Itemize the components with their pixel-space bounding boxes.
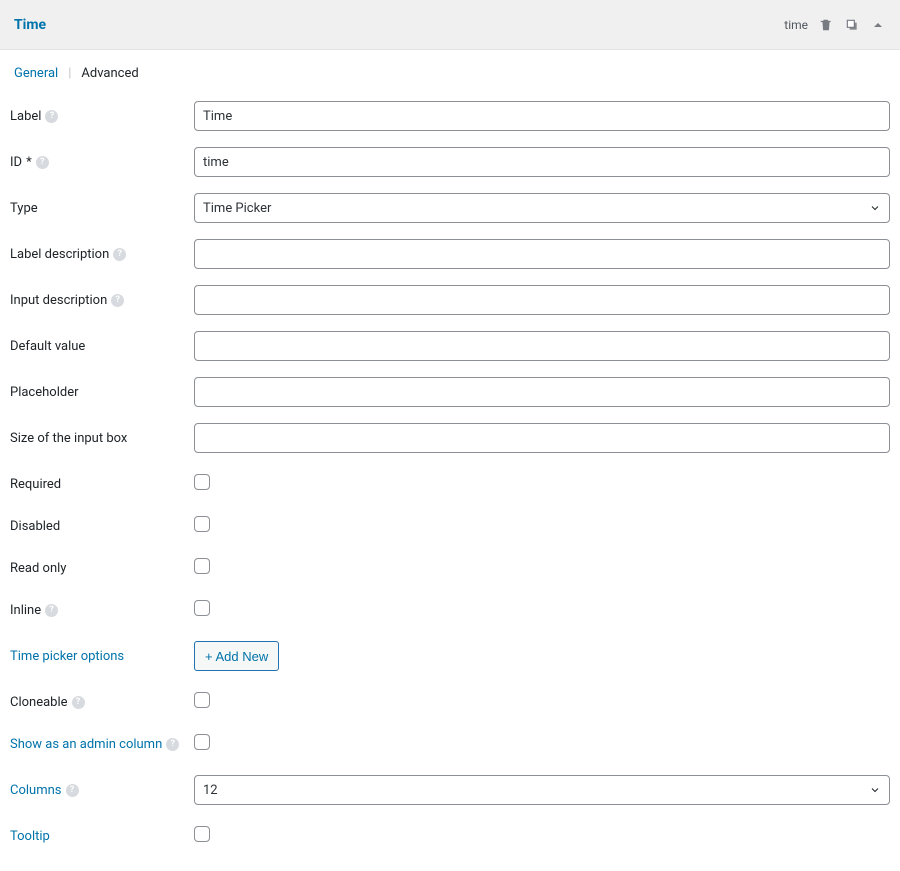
row-disabled: Disabled [10, 511, 890, 541]
label-readonly-text: Read only [10, 561, 66, 576]
label-disabled: Disabled [10, 519, 194, 534]
help-icon[interactable]: ? [36, 156, 49, 169]
label-input[interactable] [194, 101, 890, 131]
label-input-size-text: Size of the input box [10, 431, 127, 446]
input-size-input[interactable] [194, 423, 890, 453]
label-required: Required [10, 477, 194, 492]
label-cloneable-text: Cloneable [10, 695, 68, 710]
label-label: Label ? [10, 109, 194, 124]
columns-select[interactable]: 12 [194, 775, 890, 805]
placeholder-input[interactable] [194, 377, 890, 407]
panel-header: Time time [0, 0, 900, 50]
row-inline: Inline ? [10, 595, 890, 625]
tab-advanced[interactable]: Advanced [77, 64, 142, 83]
label-time-picker-options-text: Time picker options [10, 649, 124, 664]
label-admin-column[interactable]: Show as an admin column ? [10, 737, 194, 752]
label-type: Type [10, 201, 194, 216]
form-general: Label ? ID * ? Type Time Picker [0, 93, 900, 871]
help-icon[interactable]: ? [111, 294, 124, 307]
row-input-description: Input description ? [10, 285, 890, 315]
tabs: General | Advanced [0, 50, 900, 93]
label-id: ID * ? [10, 155, 194, 170]
row-label: Label ? [10, 101, 890, 131]
label-disabled-text: Disabled [10, 519, 60, 534]
collapse-icon[interactable] [870, 17, 886, 33]
input-description-input[interactable] [194, 285, 890, 315]
label-columns[interactable]: Columns ? [10, 783, 194, 798]
chevron-down-icon [869, 784, 881, 796]
type-select-value: Time Picker [203, 201, 271, 216]
columns-select-value: 12 [203, 783, 218, 798]
tab-general[interactable]: General [10, 64, 62, 83]
label-admin-column-text: Show as an admin column [10, 737, 162, 752]
tooltip-checkbox[interactable] [194, 826, 210, 842]
label-label-description: Label description ? [10, 247, 194, 262]
row-tooltip: Tooltip [10, 821, 890, 851]
help-icon[interactable]: ? [66, 784, 79, 797]
default-value-input[interactable] [194, 331, 890, 361]
label-id-text: ID [10, 155, 22, 170]
row-time-picker-options: Time picker options + Add New [10, 641, 890, 671]
id-input[interactable] [194, 147, 890, 177]
label-type-text: Type [10, 201, 38, 216]
required-star: * [26, 155, 32, 170]
label-input-description-text: Input description [10, 293, 107, 308]
chevron-down-icon [869, 202, 881, 214]
label-columns-text: Columns [10, 783, 62, 798]
help-icon[interactable]: ? [72, 696, 85, 709]
help-icon[interactable]: ? [45, 604, 58, 617]
label-default-value: Default value [10, 339, 194, 354]
label-description-input[interactable] [194, 239, 890, 269]
type-select[interactable]: Time Picker [194, 193, 890, 223]
row-cloneable: Cloneable ? [10, 687, 890, 717]
disabled-checkbox[interactable] [194, 516, 210, 532]
row-columns: Columns ? 12 [10, 775, 890, 805]
row-type: Type Time Picker [10, 193, 890, 223]
row-input-size: Size of the input box [10, 423, 890, 453]
label-required-text: Required [10, 477, 61, 492]
label-inline: Inline ? [10, 603, 194, 618]
trash-icon[interactable] [818, 17, 834, 33]
label-default-value-text: Default value [10, 339, 85, 354]
row-label-description: Label description ? [10, 239, 890, 269]
help-icon[interactable]: ? [166, 738, 179, 751]
panel-actions: time [784, 17, 886, 33]
label-placeholder-text: Placeholder [10, 385, 79, 400]
label-label-text: Label [10, 109, 41, 124]
cloneable-checkbox[interactable] [194, 692, 210, 708]
label-tooltip[interactable]: Tooltip [10, 829, 194, 844]
label-cloneable: Cloneable ? [10, 695, 194, 710]
tab-separator: | [66, 64, 73, 83]
label-tooltip-text: Tooltip [10, 829, 50, 844]
admin-column-checkbox[interactable] [194, 734, 210, 750]
panel-title: Time [14, 17, 784, 33]
row-id: ID * ? [10, 147, 890, 177]
row-readonly: Read only [10, 553, 890, 583]
label-input-size: Size of the input box [10, 431, 194, 446]
label-inline-text: Inline [10, 603, 41, 618]
inline-checkbox[interactable] [194, 600, 210, 616]
label-readonly: Read only [10, 561, 194, 576]
add-new-button[interactable]: + Add New [194, 641, 279, 671]
help-icon[interactable]: ? [113, 248, 126, 261]
row-admin-column: Show as an admin column ? [10, 729, 890, 759]
label-input-description: Input description ? [10, 293, 194, 308]
readonly-checkbox[interactable] [194, 558, 210, 574]
row-required: Required [10, 469, 890, 499]
row-placeholder: Placeholder [10, 377, 890, 407]
copy-icon[interactable] [844, 17, 860, 33]
help-icon[interactable]: ? [45, 110, 58, 123]
label-time-picker-options[interactable]: Time picker options [10, 649, 194, 664]
panel-slug: time [784, 18, 808, 32]
label-label-description-text: Label description [10, 247, 109, 262]
label-placeholder: Placeholder [10, 385, 194, 400]
row-default-value: Default value [10, 331, 890, 361]
required-checkbox[interactable] [194, 474, 210, 490]
